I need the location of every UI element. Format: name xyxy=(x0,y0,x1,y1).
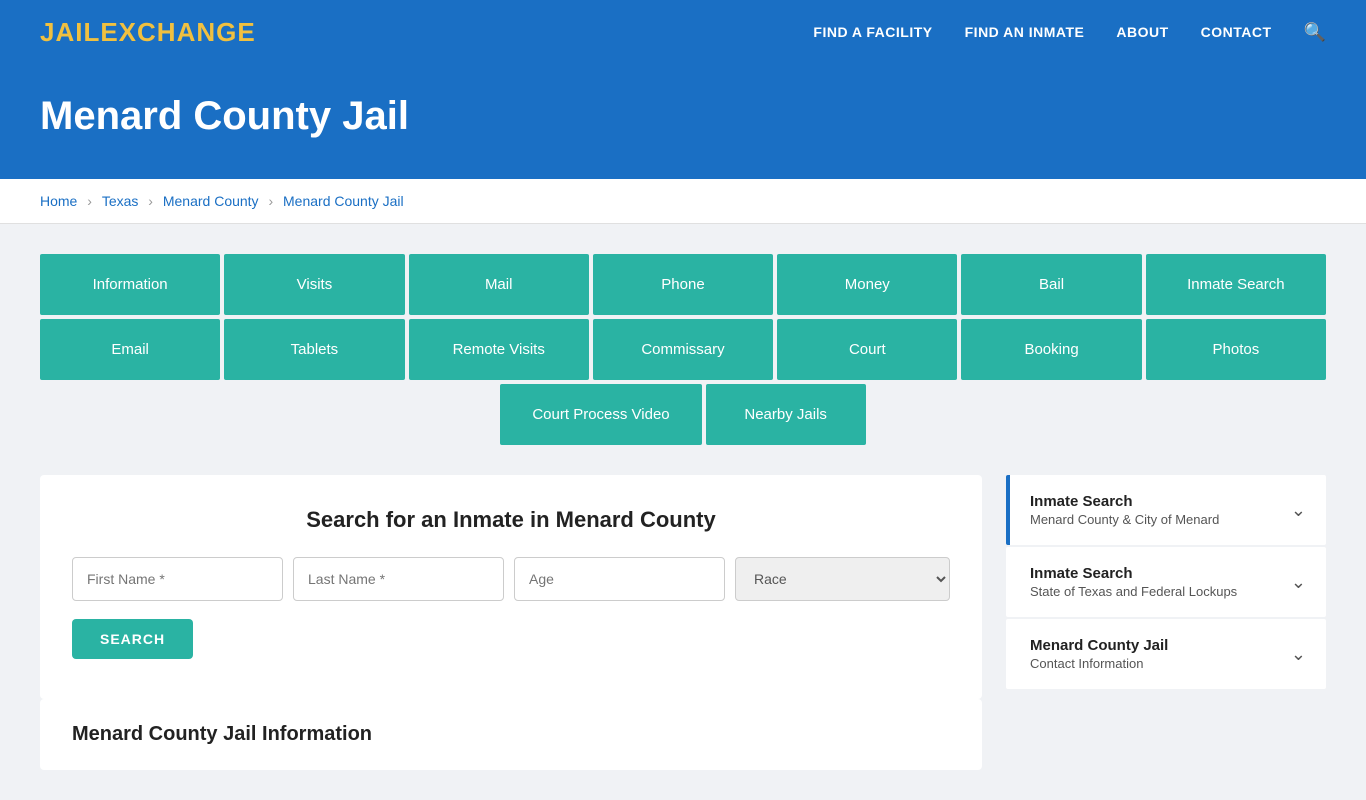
button-row-2: Email Tablets Remote Visits Commissary C… xyxy=(40,319,1326,380)
logo-exchange: EXCHANGE xyxy=(100,17,255,47)
btn-mail[interactable]: Mail xyxy=(409,254,589,315)
search-inputs: Race White Black Hispanic Asian Other xyxy=(72,557,950,601)
button-row-1: Information Visits Mail Phone Money Bail… xyxy=(40,254,1326,315)
btn-nearby-jails[interactable]: Nearby Jails xyxy=(706,384,866,445)
breadcrumb-sep-1: › xyxy=(87,193,96,209)
sidebar-item-contact-sub: Contact Information xyxy=(1030,656,1168,671)
sidebar-item-state-sub: State of Texas and Federal Lockups xyxy=(1030,584,1237,599)
sidebar-item-local[interactable]: Inmate Search Menard County & City of Me… xyxy=(1006,475,1326,545)
btn-money[interactable]: Money xyxy=(777,254,957,315)
sidebar-item-state[interactable]: Inmate Search State of Texas and Federal… xyxy=(1006,547,1326,617)
breadcrumb-sep-3: › xyxy=(268,193,277,209)
nav-find-inmate[interactable]: FIND AN INMATE xyxy=(965,24,1085,40)
btn-booking[interactable]: Booking xyxy=(961,319,1141,380)
search-panel: Search for an Inmate in Menard County Ra… xyxy=(40,475,982,699)
breadcrumb-texas[interactable]: Texas xyxy=(102,193,139,209)
breadcrumb-menard-county[interactable]: Menard County xyxy=(163,193,259,209)
btn-email[interactable]: Email xyxy=(40,319,220,380)
sidebar: Inmate Search Menard County & City of Me… xyxy=(1006,475,1326,770)
last-name-input[interactable] xyxy=(293,557,504,601)
navbar: JAILEXCHANGE FIND A FACILITY FIND AN INM… xyxy=(0,0,1366,64)
btn-court-process-video[interactable]: Court Process Video xyxy=(500,384,701,445)
btn-inmate-search[interactable]: Inmate Search xyxy=(1146,254,1326,315)
info-section: Menard County Jail Information xyxy=(40,699,982,770)
info-title: Menard County Jail Information xyxy=(72,723,950,746)
btn-phone[interactable]: Phone xyxy=(593,254,773,315)
nav-contact[interactable]: CONTACT xyxy=(1201,24,1272,40)
nav-about[interactable]: ABOUT xyxy=(1116,24,1168,40)
btn-commissary[interactable]: Commissary xyxy=(593,319,773,380)
sidebar-item-local-sub: Menard County & City of Menard xyxy=(1030,512,1219,527)
btn-visits[interactable]: Visits xyxy=(224,254,404,315)
chevron-down-icon-2: ⌄ xyxy=(1291,572,1306,593)
age-input[interactable] xyxy=(514,557,725,601)
btn-court[interactable]: Court xyxy=(777,319,957,380)
btn-information[interactable]: Information xyxy=(40,254,220,315)
sidebar-item-local-title: Inmate Search xyxy=(1030,493,1219,510)
btn-bail[interactable]: Bail xyxy=(961,254,1141,315)
search-icon[interactable]: 🔍 xyxy=(1304,22,1326,43)
btn-remote-visits[interactable]: Remote Visits xyxy=(409,319,589,380)
chevron-down-icon: ⌄ xyxy=(1291,500,1306,521)
search-info-wrapper: Search for an Inmate in Menard County Ra… xyxy=(40,475,982,770)
breadcrumb-sep-2: › xyxy=(148,193,157,209)
chevron-down-icon-3: ⌄ xyxy=(1291,644,1306,665)
sidebar-item-contact[interactable]: Menard County Jail Contact Information ⌄ xyxy=(1006,619,1326,689)
bottom-section: Search for an Inmate in Menard County Ra… xyxy=(40,475,1326,770)
main-content: Information Visits Mail Phone Money Bail… xyxy=(0,224,1366,800)
search-title: Search for an Inmate in Menard County xyxy=(72,507,950,533)
sidebar-item-state-title: Inmate Search xyxy=(1030,565,1237,582)
button-row-3: Court Process Video Nearby Jails xyxy=(40,384,1326,445)
hero-section: Menard County Jail xyxy=(0,64,1366,179)
search-button[interactable]: SEARCH xyxy=(72,619,193,659)
breadcrumb-menard-county-jail[interactable]: Menard County Jail xyxy=(283,193,404,209)
nav-links: FIND A FACILITY FIND AN INMATE ABOUT CON… xyxy=(813,22,1326,43)
logo-jail: JAIL xyxy=(40,17,100,47)
race-select[interactable]: Race White Black Hispanic Asian Other xyxy=(735,557,950,601)
first-name-input[interactable] xyxy=(72,557,283,601)
btn-photos[interactable]: Photos xyxy=(1146,319,1326,380)
page-title: Menard County Jail xyxy=(40,94,1326,139)
breadcrumb-home[interactable]: Home xyxy=(40,193,77,209)
logo[interactable]: JAILEXCHANGE xyxy=(40,17,256,48)
breadcrumb: Home › Texas › Menard County › Menard Co… xyxy=(0,179,1366,224)
btn-tablets[interactable]: Tablets xyxy=(224,319,404,380)
sidebar-item-contact-title: Menard County Jail xyxy=(1030,637,1168,654)
nav-find-facility[interactable]: FIND A FACILITY xyxy=(813,24,932,40)
